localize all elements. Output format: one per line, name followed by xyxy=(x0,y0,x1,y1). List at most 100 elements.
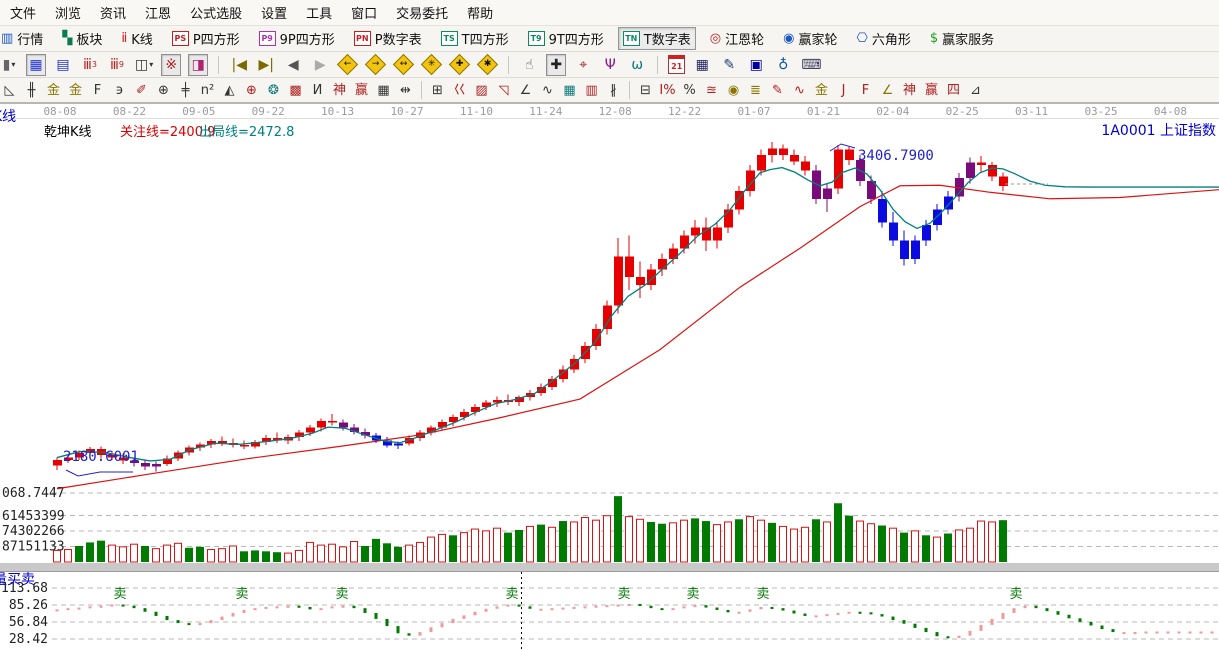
draw-tool-28-icon[interactable]: ▥ xyxy=(582,80,601,100)
draw-tool-7-icon[interactable]: ✐ xyxy=(132,80,151,100)
diamond-burst-icon[interactable]: ✱ xyxy=(477,54,498,75)
diamond-both-icon[interactable]: ↔ xyxy=(393,54,414,75)
diamond-star-icon[interactable]: ✳ xyxy=(421,54,442,75)
draw-tool-36-icon[interactable]: ≣ xyxy=(746,80,765,100)
draw-tool-5-icon[interactable]: Ϝ xyxy=(88,80,107,100)
teal-tool-icon[interactable]: ω xyxy=(627,54,647,76)
bars-9-icon[interactable]: ⅲ9 xyxy=(107,54,127,76)
svg-text:03-25: 03-25 xyxy=(1084,105,1117,118)
toolbar-button-t-number-table[interactable]: TNT数字表 xyxy=(618,27,696,50)
draw-tool-38-icon[interactable]: ∿ xyxy=(790,80,809,100)
draw-tool-17-icon[interactable]: 赢 xyxy=(352,80,371,100)
menu-item-7[interactable]: 工具 xyxy=(306,3,332,22)
draw-tool-41-icon[interactable]: F xyxy=(856,80,875,100)
menu-item-4[interactable]: 江恩 xyxy=(145,3,171,22)
network-icon[interactable]: ♁ xyxy=(773,54,793,76)
menu-item-8[interactable]: 窗口 xyxy=(351,3,377,22)
draw-tool-24-icon[interactable]: ◹ xyxy=(494,80,513,100)
draw-tool-45-icon[interactable]: 四 xyxy=(944,80,963,100)
diamond-left-icon[interactable]: ← xyxy=(337,54,358,75)
hand-icon[interactable]: ☝ xyxy=(519,54,539,76)
draw-tool-40-icon[interactable]: J xyxy=(834,80,853,100)
draw-tool-21-icon[interactable]: ⊞ xyxy=(428,80,447,100)
draw-tool-3-icon[interactable]: 金 xyxy=(44,80,63,100)
layout-icon[interactable]: ▦ xyxy=(26,54,46,76)
toolbar-button-quotes[interactable]: ▥行情 xyxy=(2,27,48,50)
draw-tool-2-icon[interactable]: ╫ xyxy=(22,80,41,100)
draw-tool-18-icon[interactable]: ▦ xyxy=(374,80,393,100)
go-last-icon[interactable]: ▶| xyxy=(256,54,276,76)
histogram-icon[interactable]: ◨ xyxy=(188,54,208,76)
draw-tool-43-icon[interactable]: 神 xyxy=(900,80,919,100)
go-prev-icon[interactable]: ◀ xyxy=(283,54,303,76)
draw-tool-15-icon[interactable]: И xyxy=(308,80,327,100)
go-next-icon[interactable]: ▶ xyxy=(310,54,330,76)
menu-item-10[interactable]: 帮助 xyxy=(467,3,493,22)
draw-tool-14-icon[interactable]: ▩ xyxy=(286,80,305,100)
draw-tool-44-icon[interactable]: 赢 xyxy=(922,80,941,100)
period-selector-icon[interactable]: ▮▾ xyxy=(0,54,19,76)
draw-tool-27-icon[interactable]: ▦ xyxy=(560,80,579,100)
draw-tool-33-icon[interactable]: % xyxy=(680,80,699,100)
sell-marker: 卖 xyxy=(617,587,630,602)
menu-item-3[interactable]: 资讯 xyxy=(100,3,126,22)
draw-tool-19-icon[interactable]: ⇹ xyxy=(396,80,415,100)
toolbar-button-hexagon[interactable]: ⎔六角形 xyxy=(851,27,915,50)
draw-tool-34-icon[interactable]: ≊ xyxy=(702,80,721,100)
terminal-icon[interactable]: ⌨ xyxy=(800,54,822,76)
toolbar-button-p-number-table[interactable]: PNP数字表 xyxy=(349,27,427,50)
menu-item-5[interactable]: 公式选股 xyxy=(190,3,242,22)
save-icon[interactable]: ▣ xyxy=(746,54,766,76)
draw-tool-23-icon[interactable]: ▨ xyxy=(472,80,491,100)
toolbar-button-9t-square[interactable]: T99T四方形 xyxy=(523,27,609,50)
crosshair-icon[interactable]: ✚ xyxy=(546,54,566,76)
candle-style-icon[interactable]: ◫▾ xyxy=(134,54,154,76)
draw-tool-13-icon[interactable]: ❂ xyxy=(264,80,283,100)
menu-item-2[interactable]: 浏览 xyxy=(55,3,81,22)
go-first-icon[interactable]: |◀ xyxy=(229,54,249,76)
pattern-icon[interactable]: ※ xyxy=(161,54,181,76)
draw-tool-22-icon[interactable]: 巜 xyxy=(450,80,469,100)
draw-tool-31-icon[interactable]: ⊟ xyxy=(636,80,655,100)
draw-tool-35-icon[interactable]: ◉ xyxy=(724,80,743,100)
draw-tool-32-icon[interactable]: I% xyxy=(658,80,677,100)
toolbar-button-sectors[interactable]: ▚板块 xyxy=(57,27,107,50)
draw-tool-10-icon[interactable]: n² xyxy=(198,80,217,100)
draw-tool-8-icon[interactable]: ⊕ xyxy=(154,80,173,100)
draw-tool-37-icon[interactable]: ✎ xyxy=(768,80,787,100)
toolbar-button-winner-wheel[interactable]: ◉赢家轮 xyxy=(778,27,842,50)
draw-tool-46-icon[interactable]: ⊿ xyxy=(966,80,985,100)
draw-tool-42-icon[interactable]: ∠ xyxy=(878,80,897,100)
draw-tool-29-icon[interactable]: ∦ xyxy=(604,80,623,100)
chart-canvas[interactable]: 08-0808-2209-0509-2210-1310-2711-1011-24… xyxy=(0,104,1219,650)
purple-tool-icon[interactable]: Ψ xyxy=(600,54,620,76)
draw-tool-11-icon[interactable]: ◭ xyxy=(220,80,239,100)
diamond-plus-icon[interactable]: ✚ xyxy=(449,54,470,75)
notes-icon[interactable]: ✎ xyxy=(719,54,739,76)
draw-tool-26-icon[interactable]: ∿ xyxy=(538,80,557,100)
toolbar-button-gann-wheel[interactable]: ◎江恩轮 xyxy=(705,27,769,50)
draw-tool-4-icon[interactable]: 金 xyxy=(66,80,85,100)
draw-tool-39-icon[interactable]: 金 xyxy=(812,80,831,100)
calendar-icon[interactable]: 21 xyxy=(668,55,685,74)
draw-tool-1-icon[interactable]: ◺ xyxy=(0,80,19,100)
draw-tool-25-icon[interactable]: ∠ xyxy=(516,80,535,100)
draw-tool-6-icon[interactable]: ϶ xyxy=(110,80,129,100)
toolbar-button-p-square[interactable]: PSP四方形 xyxy=(167,27,245,50)
diamond-right-icon[interactable]: → xyxy=(365,54,386,75)
low-marker xyxy=(66,470,133,476)
toolbar-button-9p-square[interactable]: P99P四方形 xyxy=(254,27,340,50)
menu-item-9[interactable]: 交易委托 xyxy=(396,3,448,22)
toolbar-button-winner-service[interactable]: $赢家服务 xyxy=(925,27,999,50)
calculator-icon[interactable]: ▦ xyxy=(692,54,712,76)
list-icon[interactable]: ▤ xyxy=(53,54,73,76)
toolbar-button-t-square[interactable]: TST四方形 xyxy=(436,27,514,50)
menu-item-6[interactable]: 设置 xyxy=(261,3,287,22)
draw-tool-9-icon[interactable]: ╪ xyxy=(176,80,195,100)
draw-tool-16-icon[interactable]: 神 xyxy=(330,80,349,100)
toolbar-button-kline[interactable]: ⅱK线 xyxy=(116,27,157,50)
menu-item-1[interactable]: 文件 xyxy=(10,3,36,22)
bars-3-icon[interactable]: ⅲ3 xyxy=(80,54,100,76)
draw-tool-12-icon[interactable]: ⊕ xyxy=(242,80,261,100)
target-icon[interactable]: ⌖ xyxy=(573,54,593,76)
